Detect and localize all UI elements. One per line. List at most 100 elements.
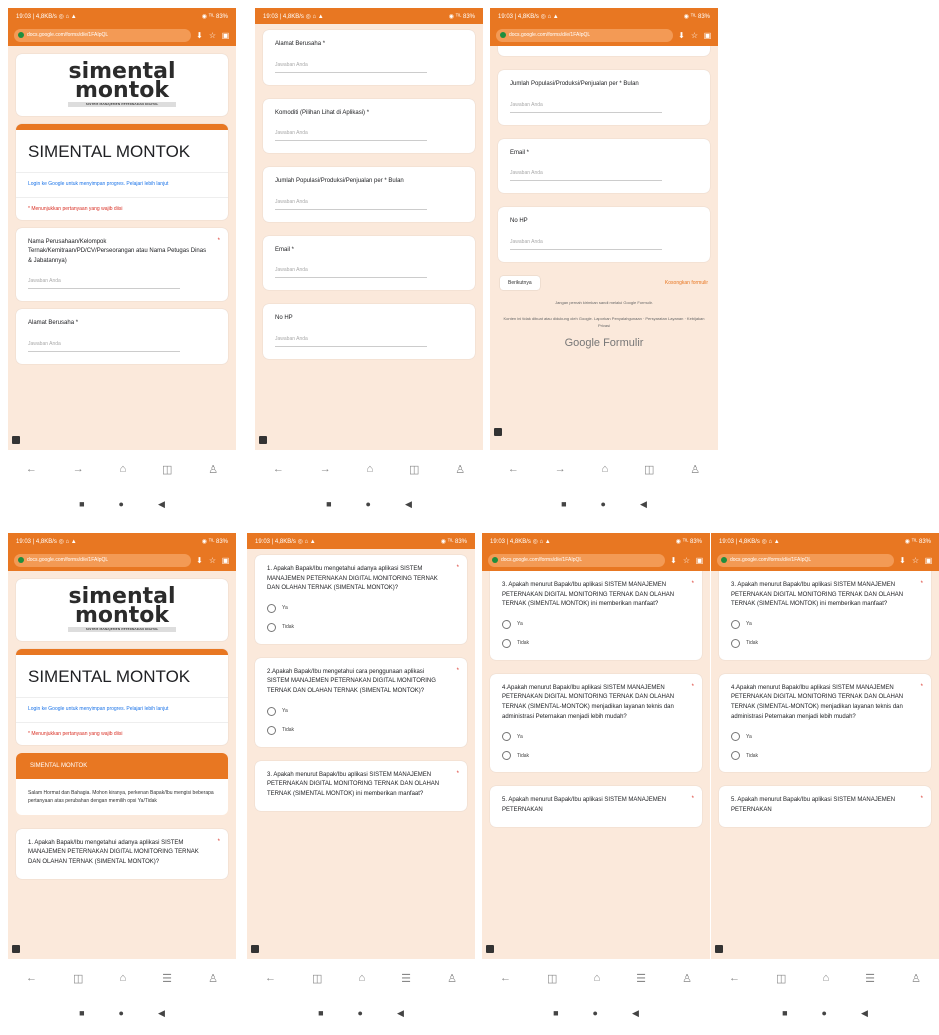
radio-option-yes[interactable]: Ya <box>267 706 457 716</box>
profile-icon[interactable]: ♙ <box>447 972 457 985</box>
download-icon[interactable]: ⬇ <box>898 556 907 565</box>
recent-apps-icon[interactable]: ■ <box>561 499 566 509</box>
radio-button[interactable] <box>267 706 276 716</box>
back-icon[interactable]: ← <box>273 463 284 475</box>
star-icon[interactable]: ☆ <box>911 556 920 565</box>
profile-icon[interactable]: ♙ <box>208 463 218 476</box>
back-icon[interactable]: ← <box>26 972 37 984</box>
home-icon[interactable]: ⌂ <box>593 972 600 984</box>
profile-icon[interactable]: ♙ <box>455 463 465 476</box>
answer-input[interactable]: Jawaban Anda <box>275 130 427 142</box>
tabs-icon[interactable]: ◫ <box>776 972 786 985</box>
tabs-icon[interactable]: ◫ <box>73 972 83 985</box>
home-icon[interactable]: ⌂ <box>367 463 374 475</box>
back-button-icon[interactable]: ◀ <box>158 499 165 510</box>
forward-icon[interactable]: → <box>73 463 84 475</box>
radio-button[interactable] <box>502 619 511 629</box>
home-icon[interactable]: ⌂ <box>602 463 609 475</box>
feedback-icon[interactable] <box>259 436 267 444</box>
tabs-icon[interactable]: ◫ <box>409 463 419 476</box>
radio-option-no[interactable]: Tidak <box>731 751 921 761</box>
back-icon[interactable]: ← <box>729 972 740 984</box>
star-icon[interactable]: ☆ <box>208 31 217 40</box>
home-icon[interactable]: ⌂ <box>358 972 365 984</box>
next-button[interactable]: Berikutnya <box>500 275 540 290</box>
home-button-icon[interactable]: ● <box>358 1008 363 1018</box>
recent-apps-icon[interactable]: ■ <box>326 499 331 509</box>
profile-icon[interactable]: ♙ <box>208 972 218 985</box>
menu-icon[interactable]: ☰ <box>401 972 411 985</box>
answer-input[interactable]: Jawaban Anda <box>28 341 180 352</box>
feedback-icon[interactable] <box>486 945 494 953</box>
answer-input[interactable]: Jawaban Anda <box>275 267 427 279</box>
recent-apps-icon[interactable]: ■ <box>782 1008 787 1018</box>
footer-links[interactable]: Konten ini tidak dibuat atau didukung ol… <box>502 316 706 329</box>
address-bar[interactable]: docs.google.com/forms/d/e/1FAIpQL <box>14 553 191 567</box>
star-icon[interactable]: ☆ <box>690 31 699 40</box>
download-icon[interactable]: ⬇ <box>669 556 678 565</box>
radio-button[interactable] <box>502 638 511 648</box>
radio-option-yes[interactable]: Ya <box>731 619 921 629</box>
back-icon[interactable]: ← <box>265 972 276 984</box>
download-icon[interactable]: ⬇ <box>195 31 204 40</box>
download-icon[interactable]: ⬇ <box>677 31 686 40</box>
answer-input[interactable]: Jawaban Anda <box>275 336 427 347</box>
radio-option-yes[interactable]: Ya <box>502 619 692 629</box>
bookmark-icon[interactable]: ▣ <box>695 556 704 565</box>
tabs-icon[interactable]: ◫ <box>644 463 654 476</box>
answer-input[interactable]: Jawaban Anda <box>28 278 180 290</box>
home-button-icon[interactable]: ● <box>601 499 606 509</box>
back-icon[interactable]: ← <box>500 972 511 984</box>
radio-button[interactable] <box>731 751 740 761</box>
bookmark-icon[interactable]: ▣ <box>221 31 230 40</box>
radio-button[interactable] <box>731 638 740 648</box>
back-button-icon[interactable]: ◀ <box>640 499 647 510</box>
home-icon[interactable]: ⌂ <box>119 972 126 984</box>
tabs-icon[interactable]: ◫ <box>547 972 557 985</box>
radio-option-no[interactable]: Tidak <box>502 638 692 648</box>
profile-icon[interactable]: ♙ <box>690 463 700 476</box>
answer-input[interactable]: Jawaban Anda <box>510 102 662 113</box>
feedback-icon[interactable] <box>715 945 723 953</box>
forward-icon[interactable]: → <box>320 463 331 475</box>
radio-option-no[interactable]: Tidak <box>267 622 457 632</box>
radio-button[interactable] <box>731 732 740 742</box>
back-icon[interactable]: ← <box>26 463 37 475</box>
back-icon[interactable]: ← <box>508 463 519 475</box>
home-button-icon[interactable]: ● <box>593 1008 598 1018</box>
menu-icon[interactable]: ☰ <box>636 972 646 985</box>
feedback-icon[interactable] <box>12 945 20 953</box>
radio-button[interactable] <box>502 751 511 761</box>
clear-form-link[interactable]: Kosongkan formulir <box>665 280 708 286</box>
home-button-icon[interactable]: ● <box>119 499 124 509</box>
tabs-icon[interactable]: ◫ <box>312 972 322 985</box>
back-button-icon[interactable]: ◀ <box>158 1008 165 1019</box>
recent-apps-icon[interactable]: ■ <box>79 1008 84 1018</box>
radio-option-yes[interactable]: Ya <box>731 732 921 742</box>
tabs-icon[interactable]: ◫ <box>162 463 172 476</box>
menu-icon[interactable]: ☰ <box>865 972 875 985</box>
profile-icon[interactable]: ♙ <box>682 972 692 985</box>
recent-apps-icon[interactable]: ■ <box>79 499 84 509</box>
radio-option-no[interactable]: Tidak <box>731 638 921 648</box>
star-icon[interactable]: ☆ <box>208 556 217 565</box>
address-bar[interactable]: docs.google.com/forms/d/e/1FAIpQL <box>496 28 673 42</box>
bookmark-icon[interactable]: ▣ <box>924 556 933 565</box>
radio-option-no[interactable]: Tidak <box>502 751 692 761</box>
menu-icon[interactable]: ☰ <box>162 972 172 985</box>
answer-input[interactable]: Jawaban Anda <box>275 199 427 210</box>
radio-button[interactable] <box>267 725 276 735</box>
recent-apps-icon[interactable]: ■ <box>553 1008 558 1018</box>
forward-icon[interactable]: → <box>555 463 566 475</box>
bookmark-icon[interactable]: ▣ <box>221 556 230 565</box>
back-button-icon[interactable]: ◀ <box>397 1008 404 1019</box>
bookmark-icon[interactable]: ▣ <box>703 31 712 40</box>
feedback-icon[interactable] <box>494 428 502 436</box>
recent-apps-icon[interactable]: ■ <box>318 1008 323 1018</box>
back-button-icon[interactable]: ◀ <box>861 1008 868 1019</box>
profile-icon[interactable]: ♙ <box>911 972 921 985</box>
login-link[interactable]: Login ke Google untuk menyimpan progres.… <box>16 173 228 198</box>
radio-button[interactable] <box>267 622 276 632</box>
address-bar[interactable]: docs.google.com/forms/d/e/1FAIpQL <box>488 553 665 567</box>
radio-option-no[interactable]: Tidak <box>267 725 457 735</box>
